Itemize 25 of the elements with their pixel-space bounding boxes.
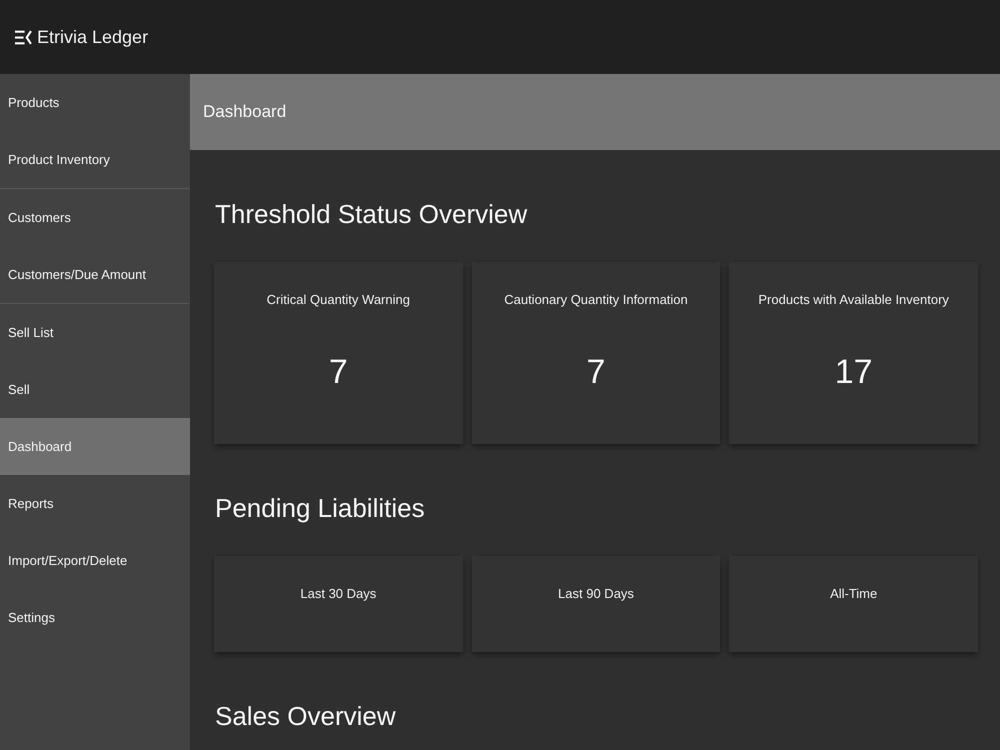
app-title: Etrivia Ledger xyxy=(37,26,148,48)
sidebar-item[interactable]: Products xyxy=(0,74,190,131)
section-title: Sales Overview xyxy=(215,700,397,733)
sidebar-item[interactable]: Product Inventory xyxy=(0,131,190,188)
sidebar-item[interactable]: Sell xyxy=(0,361,190,418)
sidebar-item[interactable]: Sell List xyxy=(0,304,190,361)
card-label: Critical Quantity Warning xyxy=(266,291,411,309)
sidebar-item[interactable]: Customers/Due Amount xyxy=(0,246,190,303)
section-title: Pending Liabilities xyxy=(215,492,426,525)
page-title: Dashboard xyxy=(203,102,286,122)
card-label: Last 90 Days xyxy=(557,585,635,603)
card-label: Cautionary Quantity Information xyxy=(503,291,689,309)
card-label: All-Time xyxy=(829,585,878,603)
card-value: 17 xyxy=(834,352,874,393)
card-value: 7 xyxy=(586,352,606,393)
card-value: 7 xyxy=(328,352,349,393)
sidebar-item[interactable]: Reports xyxy=(0,475,190,532)
sidebar-item[interactable]: Settings xyxy=(0,589,190,646)
sidebar-item[interactable]: Dashboard xyxy=(0,418,190,475)
sidebar-item[interactable]: Customers xyxy=(0,189,190,246)
section-title: Threshold Status Overview xyxy=(215,198,528,231)
logo-icon xyxy=(15,30,32,44)
card-label: Products with Available Inventory xyxy=(757,291,950,309)
card-label: Last 30 Days xyxy=(299,585,378,603)
sidebar-item[interactable]: Import/Export/Delete xyxy=(0,532,190,589)
